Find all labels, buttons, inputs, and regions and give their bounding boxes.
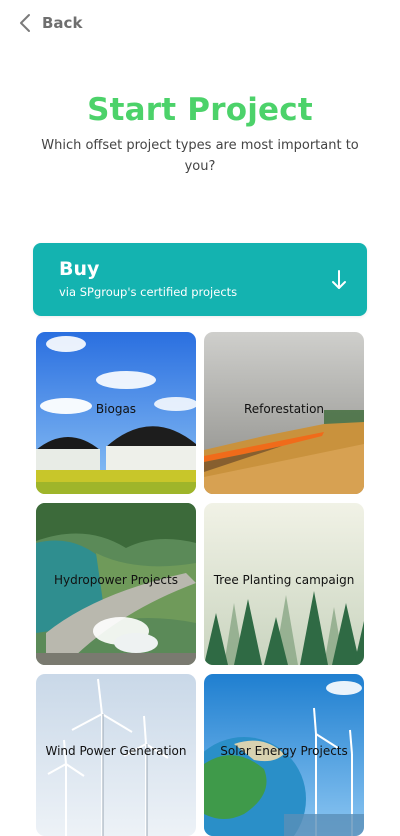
project-grid: Biogas Reforestation Hydropower Projects… (36, 332, 364, 836)
project-card-tree-planting[interactable]: Tree Planting campaign (204, 503, 364, 665)
project-label: Biogas (95, 402, 137, 416)
project-card-reforestation[interactable]: Reforestation (204, 332, 364, 494)
back-button[interactable]: Back (18, 10, 82, 36)
buy-sublabel: via SPgroup's certified projects (59, 285, 238, 299)
project-card-solar-energy[interactable]: Solar Energy Projects (204, 674, 364, 836)
project-label: Solar Energy Projects (220, 744, 348, 758)
page-title: Start Project (87, 92, 313, 128)
buy-button[interactable]: Buy via SPgroup's certified projects (33, 243, 367, 316)
arrow-down-icon (332, 270, 346, 289)
project-label: Reforestation (243, 402, 325, 416)
project-card-biogas[interactable]: Biogas (36, 332, 196, 494)
project-card-wind-power[interactable]: Wind Power Generation (36, 674, 196, 836)
project-label: Hydropower Projects (54, 573, 178, 587)
project-card-hydropower[interactable]: Hydropower Projects (36, 503, 196, 665)
buy-label: Buy (59, 258, 100, 280)
page-subtitle: Which offset project types are most impo… (41, 138, 359, 174)
back-label: Back (42, 14, 83, 32)
project-label: Wind Power Generation (45, 744, 187, 758)
chevron-left-icon (20, 14, 30, 32)
project-label: Tree Planting campaign (213, 573, 355, 587)
